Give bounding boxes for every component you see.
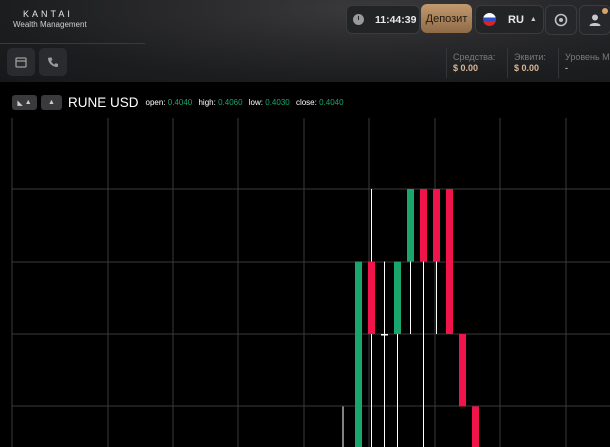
time-value: 11:44:39 [375,13,417,26]
candle-body [381,334,388,336]
stat-equity: Эквити: $ 0.00 [514,52,546,73]
caret-up-icon: ▲ [529,16,537,23]
top-bar: KANTAI Wealth Management 11:44:39 Депози… [0,0,610,82]
candle-body [355,261,362,447]
candle-body [420,189,427,262]
deposit-button[interactable]: Депозит [421,4,472,33]
stat-margin-level: Уровень М - [565,52,610,73]
divider [507,48,508,78]
clock-icon [353,14,364,25]
tag-icon: ◣ [17,99,23,107]
candlestick-chart[interactable] [0,90,610,447]
candle-body [394,261,401,334]
stat-value: - [565,63,568,73]
stat-funds: Средства: $ 0.00 [453,52,495,73]
close-label: close: [295,98,317,107]
divider [0,43,145,44]
phone-icon [48,57,58,67]
symbol-name: RUNE USD [68,95,139,110]
server-time: 11:44:39 [346,5,420,34]
stat-value: $ 0.00 [514,63,540,73]
calendar-button[interactable] [7,48,35,76]
stat-label: Эквити: [514,52,546,62]
stat-value: $ 0.00 [453,63,479,73]
candle-body [368,261,375,334]
candle-body [407,189,414,262]
candle-body [459,334,466,407]
high-label: high: [198,98,216,107]
brand-logo[interactable]: KANTAI Wealth Management [13,9,87,29]
chart-legend: ◣ ▲ ▲ RUNE USD open: 0.4040 high: 0.4060 … [12,95,344,110]
ohlc-values: open: 0.4040 high: 0.4060 low: 0.4030 cl… [146,98,344,107]
candle-body [472,406,479,447]
candle-body [433,189,440,262]
language-selector[interactable]: RU ▲ [475,5,544,34]
close-value: 0.4040 [319,98,344,107]
candle-body [446,189,453,334]
chart-tools-button[interactable]: ◣ ▲ [12,95,37,110]
open-value: 0.4040 [167,98,193,107]
low-label: low: [248,98,264,107]
low-value: 0.4030 [265,98,290,107]
stat-label: Средства: [453,52,496,62]
high-value: 0.4060 [218,98,243,107]
support-button[interactable] [545,5,577,35]
caret-up-icon: ▲ [24,99,32,106]
user-icon [589,14,601,26]
price-chart[interactable]: ◣ ▲ ▲ RUNE USD open: 0.4040 high: 0.4060 … [0,90,610,447]
support-icon [554,13,568,27]
divider [558,48,559,78]
divider [446,48,447,78]
collapse-legend-button[interactable]: ▲ [41,95,62,110]
notification-dot [602,8,608,14]
language-code: RU [508,13,524,26]
caret-up-icon: ▲ [48,99,55,106]
russia-flag-icon [483,13,496,26]
phone-button[interactable] [39,48,67,76]
calendar-icon [15,57,27,68]
brand-name: KANTAI [23,9,73,19]
profile-button[interactable] [579,5,610,35]
open-label: open: [145,98,166,107]
brand-subtitle: Wealth Management [13,20,87,29]
stat-label: Уровень М [565,52,610,62]
